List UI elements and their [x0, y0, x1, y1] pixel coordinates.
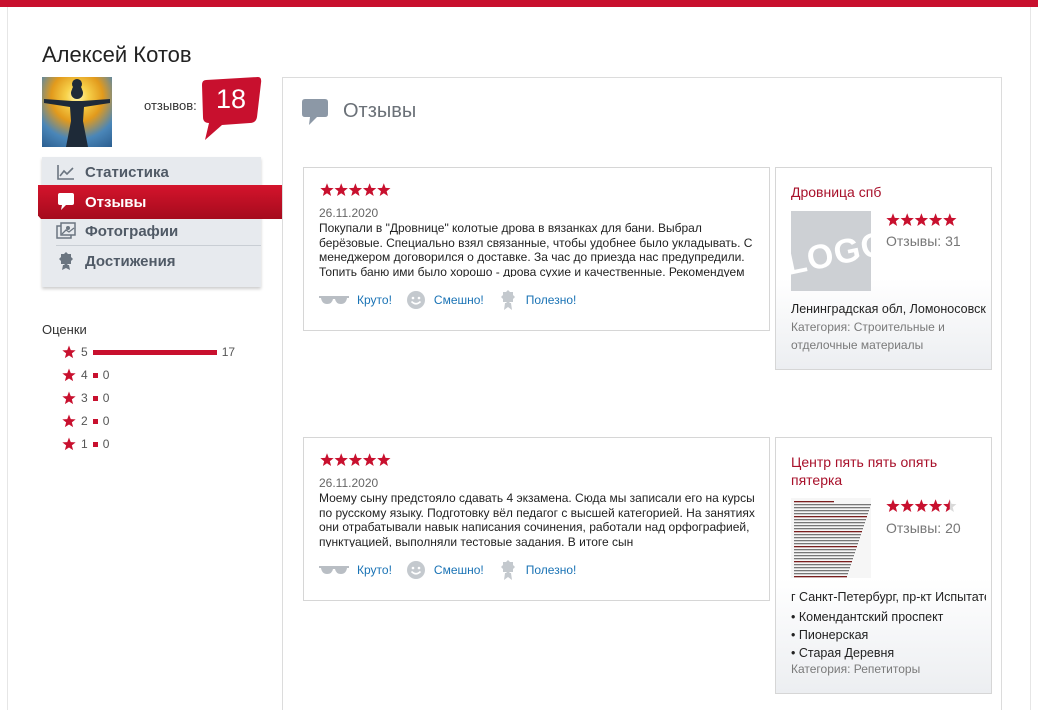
company-logo[interactable]: [791, 498, 871, 578]
award-icon: [500, 290, 515, 310]
company-category: Категория: Репетиторы: [791, 662, 921, 676]
rating-count: 0: [102, 368, 110, 382]
rating-bar: [92, 418, 98, 424]
nav-item-label: Фотографии: [85, 222, 179, 240]
rating-stars-value: 2: [81, 414, 88, 428]
page-border-left: [7, 7, 8, 710]
nav-item-label: Отзывы: [85, 193, 147, 211]
user-name: Алексей Котов: [42, 42, 192, 67]
company-name-link[interactable]: Дровница спб: [791, 183, 986, 201]
nav-item-label: Статистика: [85, 163, 169, 181]
profile-nav: Статистика Фотографии Достижения: [42, 157, 261, 287]
funny-button[interactable]: Смешно!: [406, 560, 484, 580]
company-logo[interactable]: LOGO: [791, 211, 871, 291]
cool-label: Круто!: [357, 563, 392, 577]
document-thumbnail-icon: [794, 501, 871, 578]
star-icon: [62, 414, 76, 428]
nav-item-photos[interactable]: Фотографии: [42, 216, 261, 246]
ratings-title: Оценки: [42, 322, 87, 337]
review-rating-stars: [320, 183, 391, 196]
useful-button[interactable]: Полезно!: [498, 289, 577, 311]
useful-label: Полезно!: [525, 563, 577, 577]
top-accent-bar: [0, 0, 1038, 7]
review-rating-stars: [320, 453, 391, 466]
nav-item-achievements[interactable]: Достижения: [42, 246, 261, 276]
award-icon: [59, 252, 73, 270]
rating-count: 0: [102, 391, 110, 405]
rating-stars-value: 3: [81, 391, 88, 405]
company-rating-stars: [886, 499, 957, 512]
page-title: Отзывы: [343, 100, 417, 122]
star-icon: [62, 345, 76, 359]
sunglasses-icon: [319, 566, 349, 574]
review-text[interactable]: Моему сыну предстояло сдавать 4 экзамена…: [319, 491, 759, 547]
useful-button[interactable]: Полезно!: [498, 559, 577, 581]
logo-placeholder-text: LOGO: [791, 224, 871, 283]
company-card: Центр пять пять опять пятерка Отзывы: 20 г…: [775, 437, 992, 694]
star-icon: [62, 391, 76, 405]
nav-item-reviews[interactable]: Отзывы: [38, 185, 282, 219]
rating-bar: [92, 349, 217, 355]
page-border-right: [1030, 7, 1031, 710]
rating-bar: [92, 372, 98, 378]
rating-row: 10: [62, 436, 109, 452]
rating-count: 17: [221, 345, 236, 359]
rating-count: 0: [102, 437, 110, 451]
nav-item-label: Достижения: [85, 252, 176, 270]
speech-bubble-icon: [302, 99, 328, 125]
review-date: 26.11.2020: [319, 476, 379, 490]
company-reviews-count: Отзывы: 31: [886, 233, 961, 249]
smiley-icon: [406, 561, 425, 579]
rating-stars-value: 5: [81, 345, 88, 359]
star-icon: [62, 368, 76, 382]
avatar[interactable]: [42, 77, 112, 147]
cool-button[interactable]: Круто!: [319, 293, 392, 307]
funny-label: Смешно!: [433, 563, 484, 577]
person-silhouette-icon: [44, 79, 110, 147]
rating-bar: [92, 441, 98, 447]
rating-stars-value: 1: [81, 437, 88, 451]
company-name-link[interactable]: Центр пять пять опять пятерка: [791, 453, 986, 489]
company-address: Ленинградская обл, Ломоносовский район: [791, 302, 986, 316]
rating-row: 20: [62, 413, 109, 429]
company-card: Дровница спб LOGO Отзывы: 31 Ленинградская …: [775, 167, 992, 370]
rating-row: 40: [62, 367, 109, 383]
review-date: 26.11.2020: [319, 206, 379, 220]
chart-line-icon: [57, 165, 74, 180]
useful-label: Полезно!: [525, 293, 577, 307]
rating-count: 0: [102, 414, 110, 428]
review-card: 26.11.2020 Моему сыну предстояло сдавать …: [303, 437, 770, 601]
speech-bubble-icon: [58, 193, 74, 210]
review-text[interactable]: Покупали в "Дровнице" колотые дрова в вя…: [319, 221, 759, 277]
metro-station: • Комендантский проспект: [791, 610, 944, 624]
reviews-count-label: отзывов:: [144, 98, 197, 113]
company-rating-stars: [886, 213, 957, 226]
award-icon: [500, 560, 515, 580]
rating-bar: [92, 395, 98, 401]
reviews-count-value: 18: [215, 84, 247, 114]
reviews-count-badge[interactable]: 18: [200, 77, 262, 141]
company-reviews-count: Отзывы: 20: [886, 520, 961, 536]
sunglasses-icon: [319, 296, 349, 304]
company-category: Категория: Строительные и отделочные мат…: [791, 320, 945, 352]
funny-button[interactable]: Смешно!: [406, 290, 484, 310]
review-card: 26.11.2020 Покупали в "Дровнице" колотые …: [303, 167, 770, 331]
cool-label: Круто!: [357, 293, 392, 307]
star-icon: [62, 437, 76, 451]
nav-item-statistics[interactable]: Статистика: [42, 157, 261, 187]
review-actions: Круто! Смешно! Полезно!: [319, 290, 590, 310]
metro-station: • Пионерская: [791, 628, 869, 642]
cool-button[interactable]: Круто!: [319, 563, 392, 577]
smiley-icon: [406, 291, 425, 309]
company-address: г Санкт-Петербург, пр-кт Испытателей: [791, 590, 986, 604]
rating-row: 30: [62, 390, 109, 406]
funny-label: Смешно!: [433, 293, 484, 307]
rating-row: 5 17: [62, 344, 235, 360]
rating-stars-value: 4: [81, 368, 88, 382]
photos-icon: [56, 222, 76, 239]
review-actions: Круто! Смешно! Полезно!: [319, 560, 590, 580]
